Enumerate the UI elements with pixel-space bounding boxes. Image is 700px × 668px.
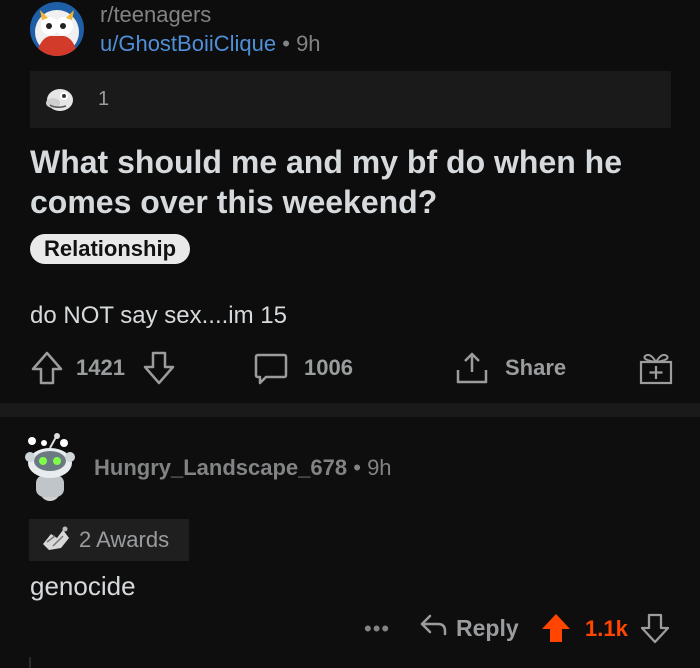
share-button[interactable] <box>454 348 490 388</box>
share-label[interactable]: Share <box>505 348 566 388</box>
comment-author[interactable]: Hungry_Landscape_678 <box>94 455 347 480</box>
share-icon <box>454 350 490 386</box>
meta-separator: • <box>282 31 290 56</box>
post-flair[interactable]: Relationship <box>30 234 191 264</box>
upvote-icon <box>30 350 64 386</box>
downvote-icon <box>142 350 176 386</box>
wholesome-award-icon <box>41 524 71 557</box>
thread-line <box>29 657 31 668</box>
snoo-avatar[interactable] <box>20 431 80 501</box>
more-options-button[interactable]: ••• <box>364 616 390 642</box>
gift-button[interactable] <box>638 348 674 388</box>
comments-button[interactable] <box>252 348 290 388</box>
comment-text: genocide <box>30 571 136 601</box>
comment-awards[interactable]: 2 Awards <box>29 519 189 561</box>
downvote-icon[interactable] <box>640 612 670 649</box>
comment-card: Hungry_Landscape_678 • 9h 2 Awards genoc… <box>0 417 700 668</box>
meta-separator: • <box>353 455 361 480</box>
gift-icon <box>638 350 674 386</box>
post-score: 1421 <box>76 355 125 380</box>
upvote-button[interactable] <box>30 348 64 388</box>
comment-action-bar: ••• Reply 1.1k <box>0 608 700 648</box>
reply-button[interactable]: Reply <box>418 608 519 648</box>
comment-meta: Hungry_Landscape_678 • 9h <box>94 455 392 481</box>
awards-label: 2 Awards <box>79 527 170 552</box>
reply-label: Reply <box>456 614 519 641</box>
reply-icon <box>418 611 450 645</box>
award-count: 1 <box>98 88 110 110</box>
post-action-bar: 1421 1006 Share <box>0 348 700 388</box>
post-title[interactable]: What should me and my bf do when he come… <box>30 142 670 222</box>
subreddit-name[interactable]: r/teenagers <box>100 2 211 28</box>
award-bar[interactable]: 1 <box>30 71 671 128</box>
post-author[interactable]: u/GhostBoiiClique <box>100 31 276 56</box>
comment-score: 1.1k <box>585 616 628 641</box>
upvote-icon[interactable] <box>540 612 572 649</box>
post-meta: u/GhostBoiiClique • 9h <box>100 31 321 57</box>
award-icon <box>44 87 74 118</box>
comment-icon <box>252 349 290 387</box>
post-body: do NOT say sex....im 15 <box>30 302 287 329</box>
post-card: r/teenagers u/GhostBoiiClique • 9h 1 Wha… <box>0 0 700 403</box>
downvote-button[interactable] <box>142 348 176 388</box>
comment-age: 9h <box>367 455 392 480</box>
comment-count: 1006 <box>304 355 353 380</box>
section-divider <box>0 403 700 417</box>
post-age: 9h <box>296 31 321 56</box>
subreddit-avatar[interactable] <box>30 2 84 56</box>
